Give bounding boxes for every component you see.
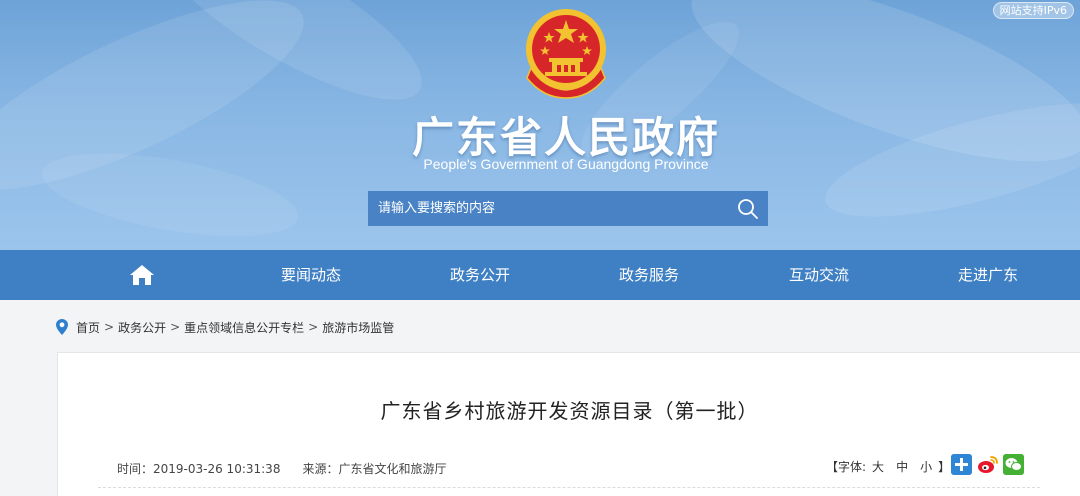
article-card: 广东省乡村旅游开发资源目录（第一批） 时间：2019-03-26 10:31:3… bbox=[57, 352, 1080, 496]
breadcrumb-separator: > bbox=[104, 320, 115, 334]
article-source: 来源：广东省文化和旅游厅 bbox=[302, 462, 447, 476]
search-input[interactable] bbox=[368, 191, 718, 226]
nav-item-interaction[interactable]: 互动交流 bbox=[759, 250, 879, 300]
font-size-medium[interactable]: 中 bbox=[896, 458, 908, 475]
main-nav: 要闻动态 政务公开 政务服务 互动交流 走进广东 bbox=[0, 250, 1080, 300]
nav-item-gov-affairs[interactable]: 政务公开 bbox=[420, 250, 540, 300]
wechat-icon[interactable] bbox=[1003, 454, 1024, 475]
national-emblem-icon bbox=[526, 9, 606, 99]
publish-time: 时间：2019-03-26 10:31:38 bbox=[117, 462, 281, 476]
font-size-close: 】 bbox=[938, 460, 951, 474]
home-icon[interactable] bbox=[129, 264, 155, 286]
search-bar bbox=[368, 191, 768, 226]
nav-item-about-guangdong[interactable]: 走进广东 bbox=[928, 250, 1048, 300]
search-icon[interactable] bbox=[736, 197, 760, 221]
ipv6-badge: 网站支持IPv6 bbox=[992, 2, 1074, 19]
font-size-large[interactable]: 大 bbox=[872, 458, 884, 475]
breadcrumb-key-info[interactable]: 重点领域信息公开专栏 bbox=[184, 319, 304, 336]
header-banner: 网站支持IPv6 广东省人民政府 People's Government of … bbox=[0, 0, 1080, 250]
nav-item-gov-services[interactable]: 政务服务 bbox=[589, 250, 709, 300]
location-pin-icon bbox=[56, 319, 68, 335]
nav-item-news[interactable]: 要闻动态 bbox=[251, 250, 371, 300]
meta-divider bbox=[98, 487, 1040, 488]
article-meta: 时间：2019-03-26 10:31:38 来源：广东省文化和旅游厅 bbox=[117, 460, 446, 477]
font-size-open: 【字体: bbox=[826, 460, 867, 474]
share-plus-icon[interactable] bbox=[951, 454, 972, 475]
share-buttons bbox=[951, 454, 1029, 475]
breadcrumb-home[interactable]: 首页 bbox=[76, 319, 100, 336]
breadcrumb-separator: > bbox=[308, 320, 319, 334]
font-size-small[interactable]: 小 bbox=[920, 458, 932, 475]
site-subtitle: People's Government of Guangdong Provinc… bbox=[423, 156, 709, 172]
article-title: 广东省乡村旅游开发资源目录（第一批） bbox=[380, 399, 759, 423]
breadcrumb-separator: > bbox=[170, 320, 181, 334]
banner-decoration bbox=[35, 137, 305, 250]
weibo-icon[interactable] bbox=[977, 454, 998, 475]
breadcrumb-tourism-regulation[interactable]: 旅游市场监管 bbox=[322, 319, 394, 336]
font-size-control: 【字体: 大 中 小 】 bbox=[826, 458, 950, 475]
breadcrumb-gov-affairs[interactable]: 政务公开 bbox=[118, 319, 166, 336]
breadcrumb: 首页 > 政务公开 > 重点领域信息公开专栏 > 旅游市场监管 bbox=[56, 318, 394, 336]
